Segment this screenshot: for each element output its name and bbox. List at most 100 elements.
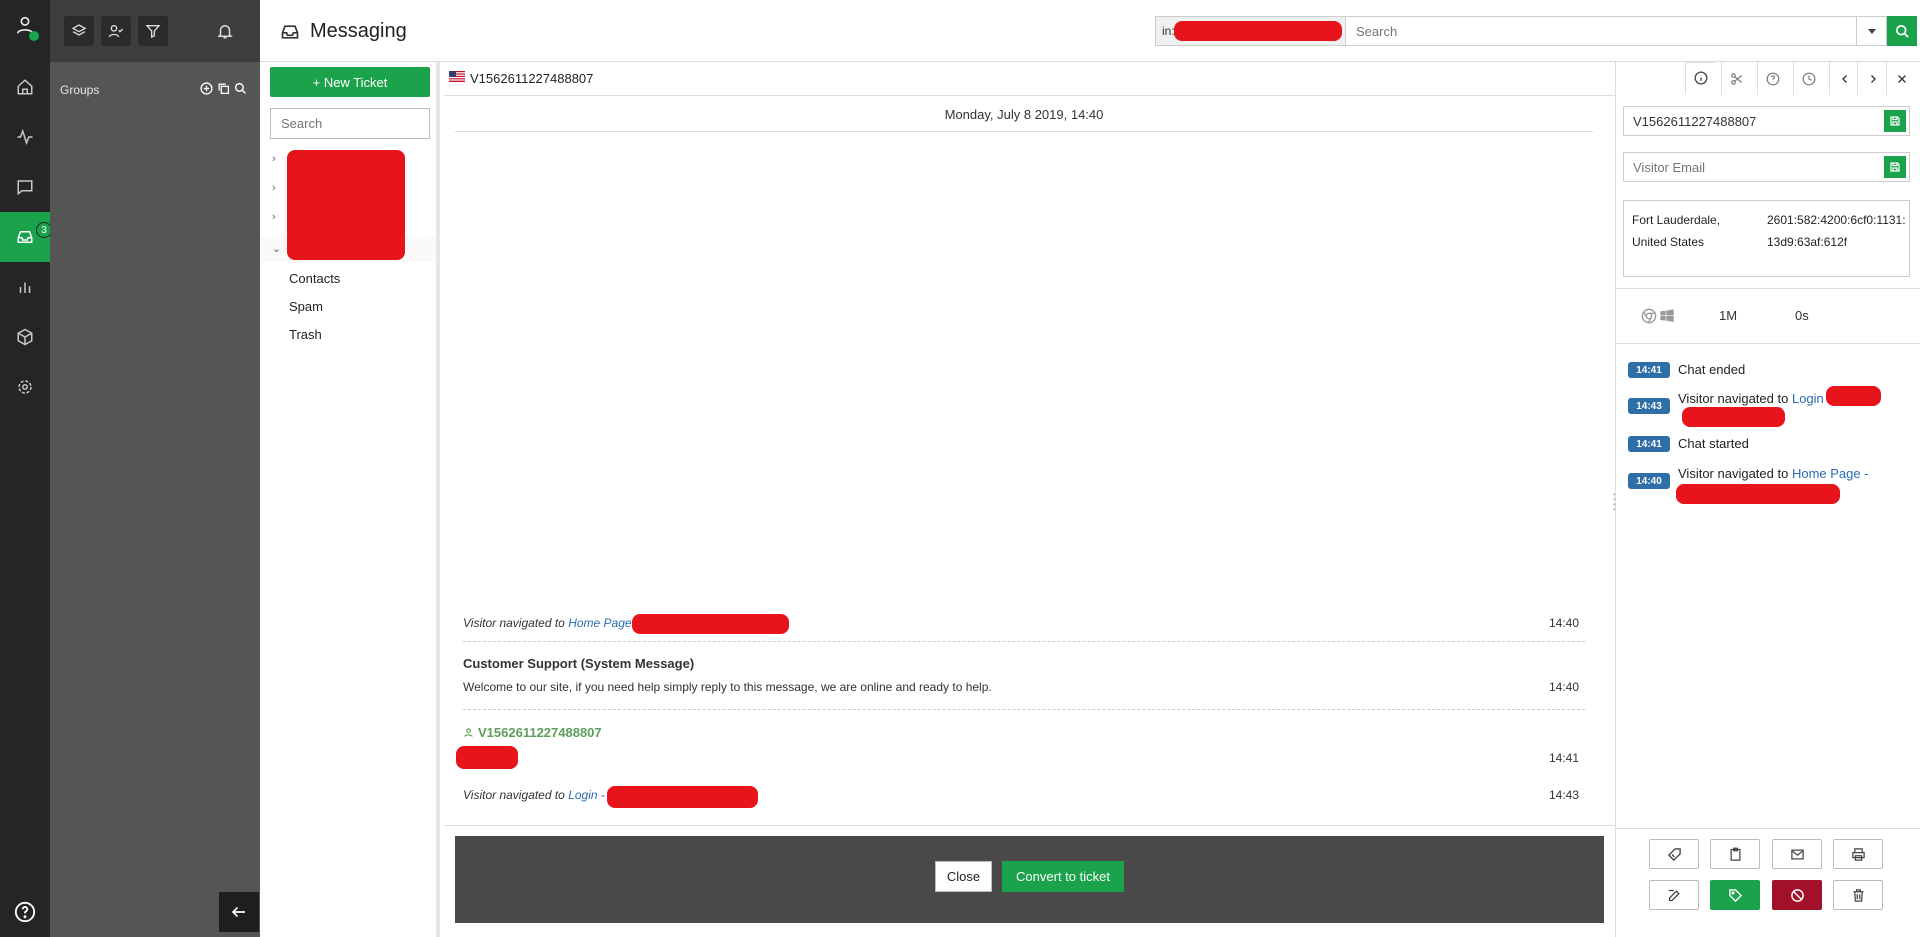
expand-caret-icon[interactable]: › [272,153,276,165]
search-scope[interactable]: in: [1156,17,1346,45]
event-time-badge: 14:43 [1628,398,1670,414]
convert-to-ticket-button[interactable]: Convert to ticket [1002,861,1124,892]
event-link[interactable]: Home Page - [1792,466,1869,481]
collapse-panel-button[interactable] [219,892,259,932]
history-tab-icon[interactable] [1793,62,1823,95]
visitor-id-field [1623,106,1910,136]
clipboard-button[interactable] [1710,839,1760,869]
folder-trash[interactable]: Trash [289,327,322,342]
page-title: Messaging [310,20,407,42]
edit-button[interactable] [1649,880,1699,910]
tag-attach-button[interactable] [1649,839,1699,869]
chat-message: Customer Support (System Message) Welcom… [463,656,1585,694]
redaction-mark [1676,484,1840,504]
visitor-ip: 2601:582:4200:6cf0:1131:13d9:63af:612f [1767,213,1906,249]
folder-spam[interactable]: Spam [289,299,323,314]
delete-button[interactable] [1833,880,1883,910]
groups-label: Groups [60,83,100,97]
close-chat-button[interactable]: Close [935,861,992,892]
divider [463,709,1585,710]
ban-button[interactable] [1772,880,1822,910]
next-icon[interactable] [1857,62,1887,95]
email-button[interactable] [1772,839,1822,869]
help-tab-icon[interactable] [1757,62,1787,95]
redaction-mark [287,150,405,260]
groups-panel [50,0,260,937]
redaction-mark [632,614,789,634]
layers-icon[interactable] [64,16,94,46]
box-icon[interactable] [0,312,50,362]
message-text: Welcome to our site, if you need help si… [463,680,992,694]
collapse-caret-icon[interactable]: ⌄ [272,242,281,255]
chat-header [444,62,1615,96]
new-ticket-button[interactable]: + New Ticket [270,67,430,97]
chrome-icon [1641,308,1657,324]
redaction-mark [1682,407,1785,427]
expand-caret-icon[interactable]: › [272,211,276,223]
event-text: Chat ended [1678,362,1746,377]
divider [1616,343,1920,344]
redaction-mark [1174,21,1342,41]
redaction-mark [607,786,758,808]
list-search-input[interactable] [270,108,430,139]
tag-button[interactable] [1710,880,1760,910]
visitor-email-field [1623,152,1910,182]
divider [1616,288,1920,289]
message-time: 14:40 [1548,680,1579,694]
us-flag-icon [449,71,465,82]
search-dropdown-icon[interactable] [1856,17,1886,45]
print-button[interactable] [1833,839,1883,869]
redaction-mark [456,746,518,769]
chat-title: V1562611227488807 [470,71,594,86]
info-tab-icon[interactable] [1685,62,1715,95]
chat-message: V1562611227488807 14:41 [463,725,1585,765]
help-icon[interactable] [0,887,50,937]
previous-icon[interactable] [1829,62,1859,95]
search-input[interactable] [1346,17,1856,45]
icon-rail: 3 [0,0,52,937]
event-prefix: Visitor navigated to [463,616,565,630]
search-scope-value: in: [1162,24,1175,38]
scissors-tab-icon[interactable] [1721,62,1751,95]
bell-icon[interactable] [210,16,240,46]
message-author: Customer Support (System Message) [463,656,695,671]
copy-group-icon[interactable] [217,82,230,95]
home-icon[interactable] [0,62,50,112]
event-link[interactable]: Login - [568,788,605,802]
event-time-badge: 14:41 [1628,362,1670,378]
activity-icon[interactable] [0,112,50,162]
event-link[interactable]: Login [1792,391,1824,406]
event-text: Visitor navigated to [1678,466,1789,481]
assigned-user-icon[interactable] [101,16,131,46]
messaging-inbox-icon [280,22,300,42]
add-group-icon[interactable] [200,82,213,95]
event-link[interactable]: Home Page [568,616,631,630]
global-search: in: [1155,16,1887,46]
chart-icon[interactable] [0,262,50,312]
resize-handle[interactable]: • • • • [1613,491,1616,514]
event-text: Chat started [1678,436,1749,451]
event-time-badge: 14:40 [1628,473,1670,489]
divider [1616,828,1920,829]
visitor-email-input[interactable] [1624,159,1884,175]
visitor-id-input[interactable] [1624,113,1884,129]
chat-icon[interactable] [0,162,50,212]
filter-icon[interactable] [138,16,168,46]
close-icon[interactable] [1886,62,1916,95]
event-text: Visitor navigated to [1678,391,1789,406]
event-navigation: Visitor navigated to Home Page - [1678,466,1869,481]
user-status-icon[interactable] [0,0,50,50]
message-time: 14:41 [1548,751,1579,765]
folder-contacts[interactable]: Contacts [289,271,340,286]
chat-date: Monday, July 8 2019, 14:40 [455,107,1593,132]
search-groups-icon[interactable] [234,82,247,95]
gear-icon[interactable] [0,362,50,412]
wait-time: 0s [1795,308,1809,323]
expand-caret-icon[interactable]: › [272,182,276,194]
search-button[interactable] [1887,16,1917,46]
message-time: 14:40 [1548,616,1579,630]
save-icon[interactable] [1884,156,1906,178]
visitor-author: V1562611227488807 [463,725,1585,740]
visit-duration: 1M [1719,308,1738,323]
save-icon[interactable] [1884,110,1906,132]
